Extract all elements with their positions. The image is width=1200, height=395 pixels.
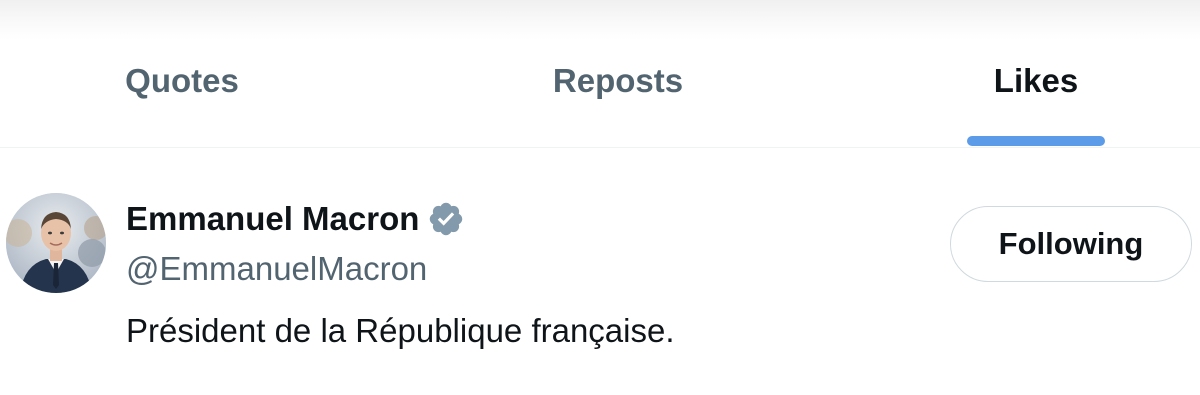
avatar[interactable] — [6, 193, 106, 293]
active-tab-indicator — [967, 136, 1105, 146]
following-button[interactable]: Following — [950, 206, 1192, 282]
user-cell[interactable]: Emmanuel Macron @EmmanuelMacron Présiden… — [0, 149, 1200, 395]
name-line: Emmanuel Macron — [126, 199, 465, 239]
user-handle[interactable]: @EmmanuelMacron — [126, 250, 427, 288]
avatar-photo — [6, 193, 106, 293]
tab-quotes-label: Quotes — [125, 62, 239, 99]
engagement-tabs: Quotes Reposts Likes — [0, 0, 1200, 148]
display-name[interactable]: Emmanuel Macron — [126, 200, 419, 238]
tab-likes-label: Likes — [993, 62, 1079, 99]
tab-likes[interactable]: Likes — [900, 0, 1172, 148]
verified-badge-icon[interactable] — [427, 200, 465, 238]
user-bio: Président de la République française. — [126, 312, 675, 349]
tab-quotes[interactable]: Quotes — [0, 0, 364, 148]
tab-reposts-label: Reposts — [552, 62, 684, 99]
tab-reposts[interactable]: Reposts — [436, 0, 800, 148]
